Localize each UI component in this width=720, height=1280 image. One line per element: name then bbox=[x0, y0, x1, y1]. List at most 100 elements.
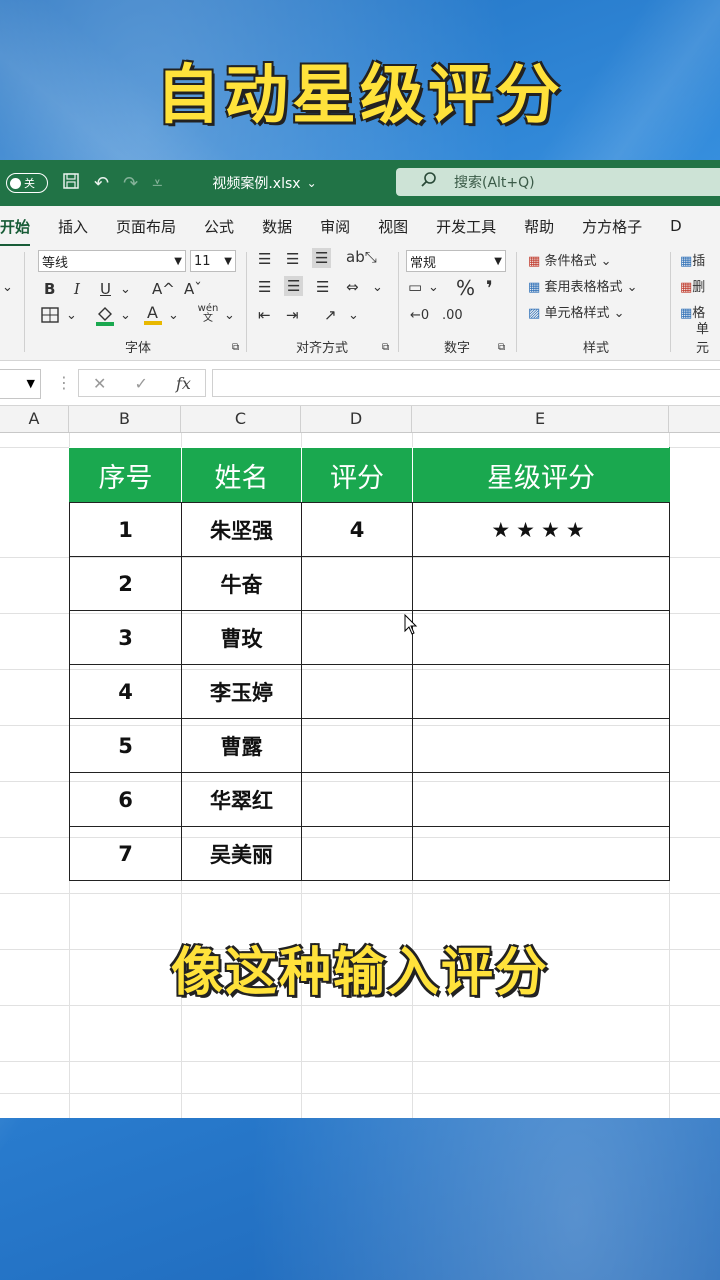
file-name[interactable]: 视频案例.xlsx bbox=[212, 173, 300, 193]
dialog-launcher-icon[interactable]: ⧉ bbox=[498, 342, 505, 353]
filename-dropdown-icon[interactable]: ⌄ bbox=[307, 176, 317, 190]
tab-insert[interactable]: 插入 bbox=[44, 216, 102, 237]
orientation-icon[interactable]: ↗ bbox=[324, 306, 337, 324]
fill-color-icon[interactable] bbox=[94, 304, 116, 330]
format-as-table-button[interactable]: ▦ 套用表格格式 ⌄ bbox=[528, 276, 638, 295]
redo-icon[interactable]: ↷ bbox=[123, 173, 138, 194]
tab-more[interactable]: D bbox=[656, 217, 696, 235]
cell-stars[interactable] bbox=[412, 664, 670, 719]
column-header-b[interactable]: B bbox=[69, 406, 181, 432]
increase-decimal-icon[interactable]: ←0 bbox=[410, 308, 429, 323]
number-format-select[interactable]: 常规 ▼ bbox=[406, 250, 506, 272]
font-color-dropdown-icon[interactable]: ⌄ bbox=[168, 308, 179, 323]
header-cell-name[interactable]: 姓名 bbox=[181, 447, 302, 503]
autosave-toggle[interactable]: 关 bbox=[6, 173, 48, 193]
phonetic-dropdown-icon[interactable]: ⌄ bbox=[224, 308, 235, 323]
font-color-icon[interactable]: A bbox=[142, 302, 164, 330]
shrink-font-button[interactable]: Aˇ bbox=[184, 280, 202, 298]
undo-icon[interactable]: ↶ bbox=[94, 173, 109, 194]
column-header-e[interactable]: E bbox=[412, 406, 669, 432]
cell-stars[interactable] bbox=[412, 718, 670, 773]
align-center-icon[interactable]: ☰ bbox=[284, 276, 304, 296]
cell-name[interactable]: 李玉婷 bbox=[181, 664, 302, 719]
tab-formulas[interactable]: 公式 bbox=[190, 216, 248, 237]
align-left-icon[interactable]: ☰ bbox=[258, 278, 271, 296]
cell-stars[interactable] bbox=[412, 556, 670, 611]
grow-font-button[interactable]: A^ bbox=[152, 280, 175, 298]
cell-stars[interactable] bbox=[412, 826, 670, 881]
increase-indent-icon[interactable]: ⇥ bbox=[286, 306, 299, 324]
cancel-icon[interactable]: ✕ bbox=[93, 374, 106, 393]
header-cell-score[interactable]: 评分 bbox=[301, 447, 413, 503]
cell-no[interactable]: 4 bbox=[69, 664, 182, 719]
cell-name[interactable]: 朱坚强 bbox=[181, 502, 302, 557]
merge-center-icon[interactable]: ⇔ bbox=[346, 278, 359, 296]
cell-no[interactable]: 7 bbox=[69, 826, 182, 881]
worksheet-grid[interactable]: 序号 姓名 评分 星级评分 1 朱坚强 4 ★★★★ 2 牛奋 3 曹玫 4 李… bbox=[0, 433, 720, 1118]
accounting-dropdown-icon[interactable]: ⌄ bbox=[428, 280, 439, 295]
cell-score[interactable] bbox=[301, 718, 413, 773]
border-dropdown-icon[interactable]: ⌄ bbox=[66, 308, 77, 323]
save-icon[interactable] bbox=[62, 172, 80, 195]
enter-icon[interactable]: ✓ bbox=[135, 374, 148, 393]
font-size-select[interactable]: 11 ▼ bbox=[190, 250, 236, 272]
tab-fangfang[interactable]: 方方格子 bbox=[568, 216, 656, 237]
cell-styles-button[interactable]: ▨ 单元格样式 ⌄ bbox=[528, 302, 625, 321]
cell-score[interactable] bbox=[301, 826, 413, 881]
insert-function-icon[interactable]: fx bbox=[176, 374, 191, 393]
bold-button[interactable]: B bbox=[44, 280, 55, 298]
cell-score[interactable]: 4 bbox=[301, 502, 413, 557]
formula-input[interactable] bbox=[212, 369, 720, 397]
merge-dropdown-icon[interactable]: ⌄ bbox=[372, 280, 383, 295]
dialog-launcher-icon[interactable]: ⧉ bbox=[232, 342, 239, 353]
search-box[interactable]: 搜索(Alt+Q) bbox=[396, 168, 720, 196]
header-cell-no[interactable]: 序号 bbox=[69, 447, 182, 503]
customize-icon[interactable]: ⩡ bbox=[152, 173, 162, 194]
italic-button[interactable]: I bbox=[74, 280, 80, 298]
cell-stars[interactable]: ★★★★ bbox=[412, 502, 670, 557]
cell-no[interactable]: 1 bbox=[69, 502, 182, 557]
column-header-d[interactable]: D bbox=[301, 406, 412, 432]
dialog-launcher-icon[interactable]: ⧉ bbox=[382, 342, 389, 353]
font-name-select[interactable]: 等线 ▼ bbox=[38, 250, 186, 272]
border-icon[interactable] bbox=[40, 306, 60, 328]
header-cell-stars[interactable]: 星级评分 bbox=[412, 447, 670, 503]
name-box[interactable]: ▼ bbox=[0, 369, 41, 399]
cell-stars[interactable] bbox=[412, 772, 670, 827]
cell-name[interactable]: 华翠红 bbox=[181, 772, 302, 827]
text-direction-icon[interactable]: ab⤡ bbox=[346, 248, 377, 266]
phonetic-button[interactable]: wén 文 bbox=[196, 304, 220, 324]
cell-no[interactable]: 3 bbox=[69, 610, 182, 665]
tab-developer[interactable]: 开发工具 bbox=[422, 216, 510, 237]
clipboard-dropdown-icon[interactable]: ⌄ bbox=[2, 280, 13, 295]
cell-score[interactable] bbox=[301, 610, 413, 665]
tab-home[interactable]: 开始 bbox=[0, 216, 44, 247]
tab-data[interactable]: 数据 bbox=[248, 216, 306, 237]
cell-score[interactable] bbox=[301, 664, 413, 719]
cell-name[interactable]: 吴美丽 bbox=[181, 826, 302, 881]
delete-cells-button[interactable]: ▦删 bbox=[680, 276, 705, 295]
cell-score[interactable] bbox=[301, 556, 413, 611]
column-header-f[interactable] bbox=[669, 406, 720, 432]
cell-name[interactable]: 牛奋 bbox=[181, 556, 302, 611]
insert-cells-button[interactable]: ▦插 bbox=[680, 250, 705, 269]
percent-button[interactable]: % bbox=[456, 276, 475, 300]
align-bottom-icon[interactable]: ☰ bbox=[312, 248, 332, 268]
comma-button[interactable]: ❜ bbox=[486, 276, 493, 300]
align-middle-icon[interactable]: ☰ bbox=[286, 250, 299, 268]
align-right-icon[interactable]: ☰ bbox=[316, 278, 329, 296]
tab-review[interactable]: 审阅 bbox=[306, 216, 364, 237]
cell-score[interactable] bbox=[301, 772, 413, 827]
column-header-a[interactable]: A bbox=[0, 406, 69, 432]
cell-name[interactable]: 曹玫 bbox=[181, 610, 302, 665]
tab-page-layout[interactable]: 页面布局 bbox=[102, 216, 190, 237]
underline-dropdown-icon[interactable]: ⌄ bbox=[120, 282, 131, 297]
conditional-format-button[interactable]: ▦ 条件格式 ⌄ bbox=[528, 250, 612, 269]
cell-no[interactable]: 5 bbox=[69, 718, 182, 773]
underline-button[interactable]: U bbox=[100, 280, 111, 298]
accounting-format-icon[interactable]: ▭ bbox=[408, 278, 422, 296]
tab-view[interactable]: 视图 bbox=[364, 216, 422, 237]
cell-name[interactable]: 曹露 bbox=[181, 718, 302, 773]
decrease-indent-icon[interactable]: ⇤ bbox=[258, 306, 271, 324]
align-top-icon[interactable]: ☰ bbox=[258, 250, 271, 268]
